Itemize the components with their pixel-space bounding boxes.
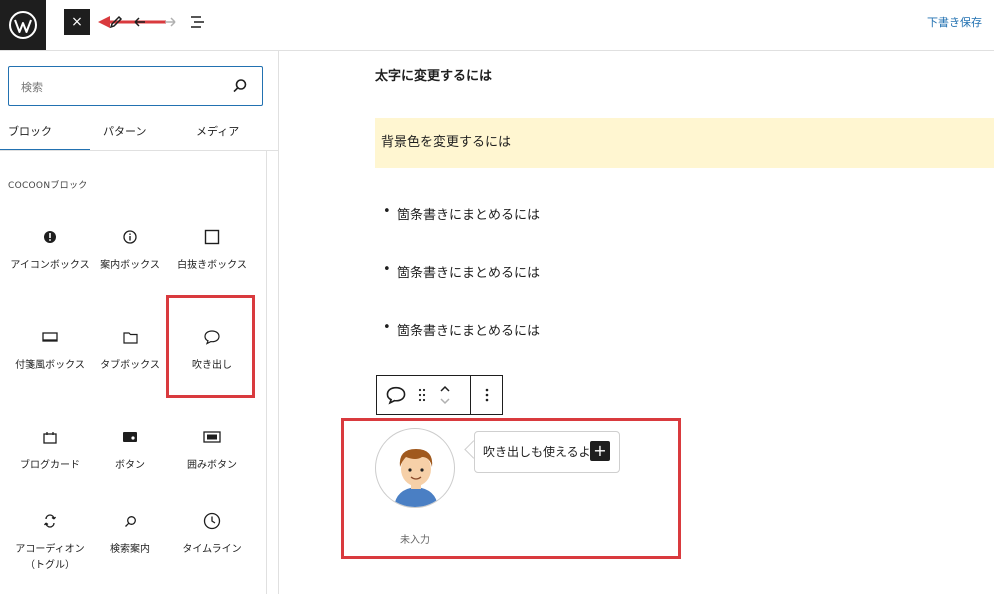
list-view-icon[interactable] bbox=[188, 12, 208, 32]
editor-canvas: 太字に変更するには 背景色を変更するには 箇条書きにまとめるには 箇条書きにまと… bbox=[279, 51, 994, 594]
button-icon bbox=[90, 426, 170, 448]
block-blank-box[interactable]: 白抜きボックス bbox=[172, 226, 252, 274]
highlight-speech-balloon-block bbox=[166, 295, 255, 398]
speech-bubble-icon bbox=[386, 386, 406, 405]
bold-paragraph[interactable]: 太字に変更するには bbox=[375, 65, 492, 84]
block-label: 案内ボックス bbox=[100, 260, 160, 271]
undo-icon[interactable] bbox=[130, 12, 150, 32]
block-blog-card[interactable]: ブログカード bbox=[10, 426, 90, 474]
search-placeholder: 検索 bbox=[21, 81, 43, 94]
folder-icon bbox=[90, 326, 170, 348]
block-timeline[interactable]: タイムライン bbox=[172, 510, 252, 558]
pencil-icon[interactable] bbox=[106, 12, 126, 32]
info-icon bbox=[90, 226, 170, 248]
save-draft-button[interactable]: 下書き保存 bbox=[927, 14, 982, 30]
block-label: 白抜きボックス bbox=[177, 260, 247, 271]
block-label: ボタン bbox=[115, 460, 145, 471]
search-icon bbox=[90, 510, 170, 532]
block-label: アイコンボックス bbox=[10, 260, 90, 271]
category-title: COCOONブロック bbox=[8, 181, 88, 191]
background-paragraph[interactable]: 背景色を変更するには bbox=[375, 118, 994, 168]
block-label: アコーディオン（トグル） bbox=[15, 544, 85, 571]
toolbar-separator bbox=[470, 376, 471, 414]
list-item[interactable]: 箇条書きにまとめるには bbox=[383, 320, 540, 339]
wordpress-logo[interactable] bbox=[0, 0, 46, 50]
block-sticky-box[interactable]: 付箋風ボックス bbox=[10, 326, 90, 374]
chevron-up-down-icon bbox=[440, 385, 450, 405]
square-icon bbox=[172, 226, 252, 248]
block-label: 付箋風ボックス bbox=[15, 360, 85, 371]
toggle-arrows-icon bbox=[10, 510, 90, 532]
drag-handle[interactable] bbox=[413, 376, 431, 414]
block-label: ブログカード bbox=[20, 460, 80, 471]
framed-button-icon bbox=[172, 426, 252, 448]
block-search-guide[interactable]: 検索案内 bbox=[90, 510, 170, 558]
block-tab-box[interactable]: タブボックス bbox=[90, 326, 170, 374]
block-type-button[interactable] bbox=[379, 376, 413, 414]
block-info-box[interactable]: 案内ボックス bbox=[90, 226, 170, 274]
alert-circle-icon bbox=[10, 226, 90, 248]
highlight-speech-balloon bbox=[341, 418, 681, 559]
drag-handle-icon bbox=[418, 388, 426, 402]
block-inserter-panel: 検索 ブロック パターン メディア COCOONブロック アイコンボックス 案内… bbox=[0, 51, 279, 594]
sticky-note-icon bbox=[10, 326, 90, 348]
close-inserter-button[interactable]: × bbox=[64, 9, 90, 35]
block-label: 検索案内 bbox=[110, 544, 150, 555]
editor-header: × 下書き保存 bbox=[0, 0, 994, 51]
redo-icon[interactable] bbox=[160, 12, 180, 32]
block-accordion[interactable]: アコーディオン（トグル） bbox=[10, 510, 90, 574]
block-button[interactable]: ボタン bbox=[90, 426, 170, 474]
wordpress-icon bbox=[9, 11, 37, 39]
tab-blocks[interactable]: ブロック bbox=[8, 123, 52, 139]
close-icon: × bbox=[71, 14, 83, 30]
block-label: タブボックス bbox=[100, 360, 160, 371]
inserter-tabs: ブロック パターン メディア bbox=[0, 117, 278, 151]
block-toolbar bbox=[376, 375, 503, 415]
block-icon-box[interactable]: アイコンボックス bbox=[10, 226, 90, 274]
tabs-divider bbox=[0, 150, 278, 151]
more-vertical-icon bbox=[485, 388, 489, 402]
list-item[interactable]: 箇条書きにまとめるには bbox=[383, 262, 540, 281]
scrollbar[interactable] bbox=[266, 151, 267, 594]
tab-media[interactable]: メディア bbox=[196, 123, 239, 139]
move-up-down-buttons[interactable] bbox=[433, 376, 457, 414]
tab-patterns[interactable]: パターン bbox=[103, 123, 146, 139]
list-item[interactable]: 箇条書きにまとめるには bbox=[383, 204, 540, 223]
block-search-input[interactable]: 検索 bbox=[8, 66, 263, 106]
clock-icon bbox=[172, 510, 252, 532]
search-icon[interactable] bbox=[232, 78, 248, 94]
block-framed-button[interactable]: 囲みボタン bbox=[172, 426, 252, 474]
calendar-card-icon bbox=[10, 426, 90, 448]
block-label: タイムライン bbox=[182, 544, 242, 555]
more-options-button[interactable] bbox=[473, 376, 501, 414]
block-label: 囲みボタン bbox=[187, 460, 237, 471]
